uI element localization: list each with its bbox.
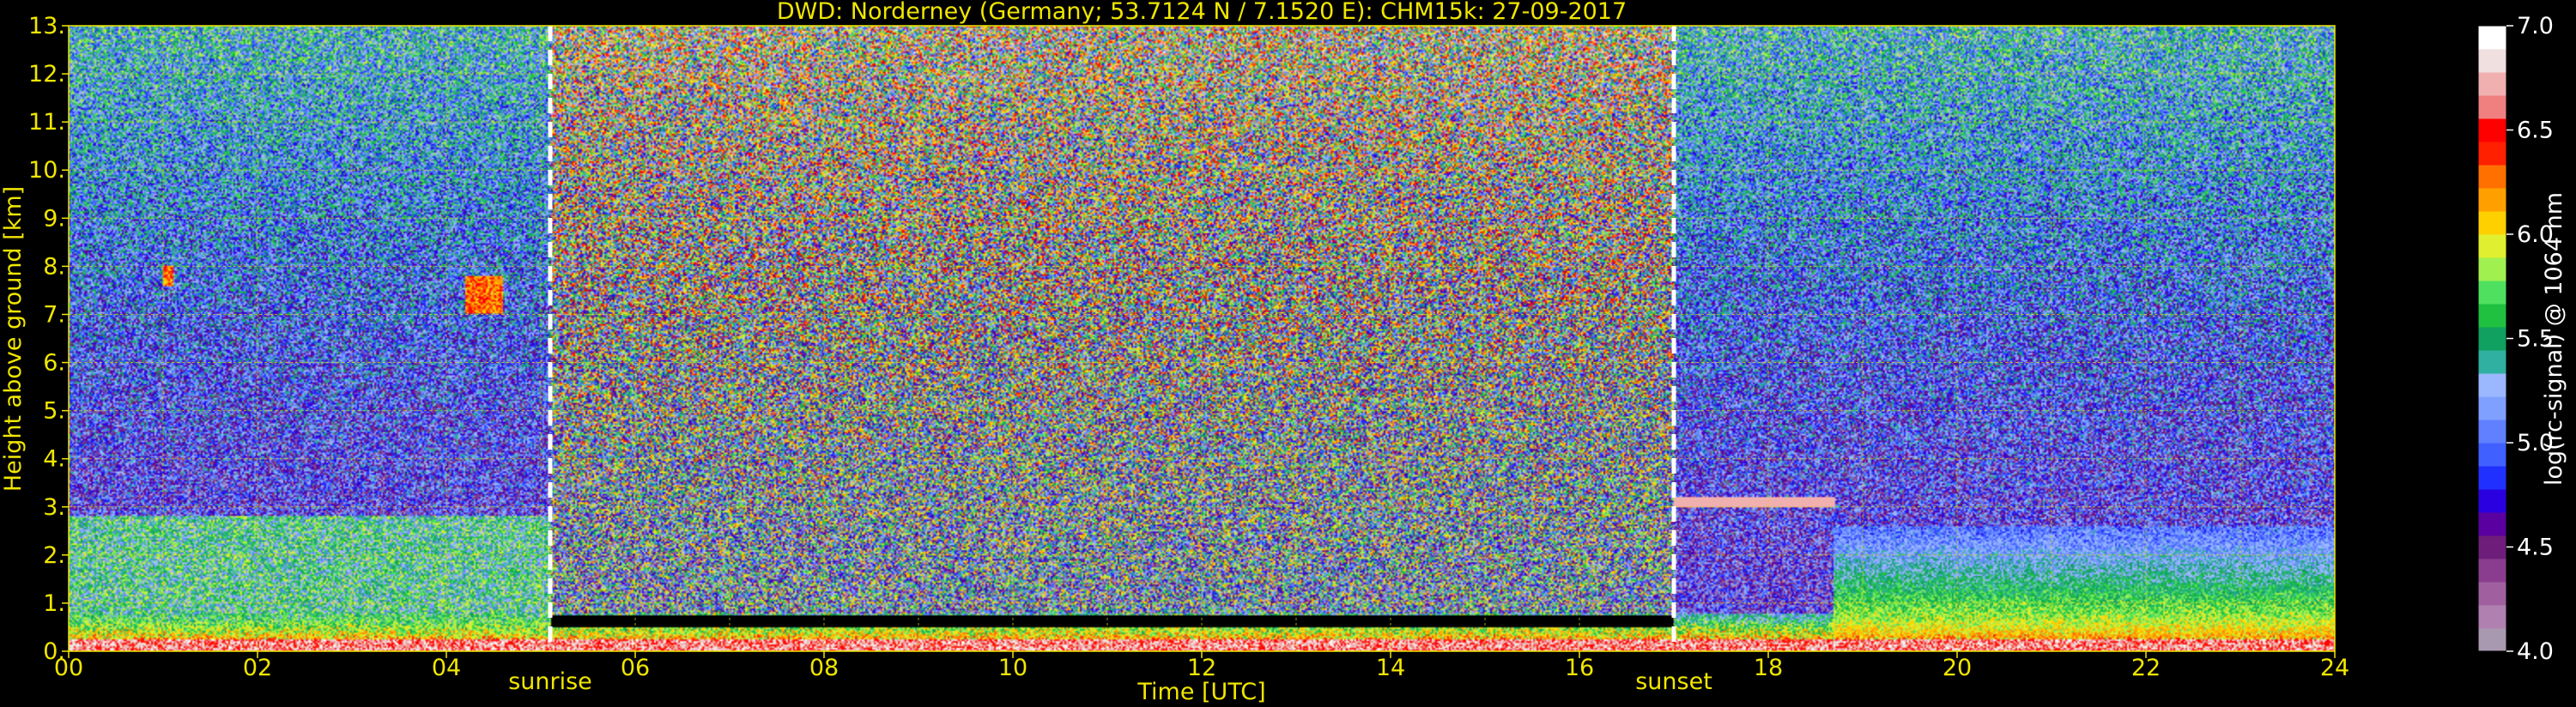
x-tick-label: 14 [1376, 655, 1405, 681]
x-tick-label: 20 [1943, 655, 1972, 681]
x-tick-label: 18 [1754, 655, 1783, 681]
y-tick-label: 5. [43, 398, 65, 425]
colorbar-segment [2478, 466, 2506, 490]
colorbar [2477, 25, 2507, 652]
colorbar-segment [2478, 373, 2506, 397]
colorbar-label: log(rc-signal) @ 1064 nm [2541, 192, 2567, 486]
y-tick-label: 11. [28, 109, 65, 136]
y-tick-label: 9. [43, 205, 65, 232]
colorbar-segment [2478, 582, 2506, 606]
y-tick-label: 1. [43, 590, 65, 617]
colorbar-segment [2478, 489, 2506, 513]
chart-title: DWD: Norderney (Germany; 53.7124 N / 7.1… [777, 0, 1627, 25]
colorbar-segment [2478, 350, 2506, 374]
annotation-sunrise: sunrise [508, 668, 592, 695]
x-axis-label: Time [UTC] [1136, 679, 1265, 705]
colorbar-segment [2478, 188, 2506, 212]
colorbar-segment [2478, 605, 2506, 629]
colorbar-segment [2478, 118, 2506, 142]
x-tick-label: 06 [621, 655, 650, 681]
x-tick-label: 10 [998, 655, 1027, 681]
colorbar-segment [2478, 95, 2506, 119]
colorbar-segment [2478, 26, 2506, 50]
x-tick-label: 08 [809, 655, 839, 681]
x-tick-label: 02 [243, 655, 272, 681]
annotation-sunset: sunset [1635, 668, 1712, 695]
colorbar-tick-label: 6.5 [2517, 118, 2554, 144]
x-tick-label: 22 [2131, 655, 2161, 681]
colorbar-segment [2478, 211, 2506, 235]
colorbar-segment [2478, 420, 2506, 444]
y-tick-label: 13. [28, 13, 65, 39]
colorbar-segment [2478, 304, 2506, 328]
colorbar-segment [2478, 628, 2506, 652]
y-tick-label: 8. [43, 253, 65, 280]
colorbar-tick-label: 7.0 [2517, 13, 2554, 39]
colorbar-segment [2478, 165, 2506, 189]
colorbar-segment [2478, 257, 2506, 281]
y-tick-label: 4. [43, 446, 65, 473]
colorbar-segment [2478, 559, 2506, 583]
x-tick-label: 24 [2320, 655, 2349, 681]
colorbar-segment [2478, 72, 2506, 96]
y-tick-label: 10. [28, 157, 65, 184]
x-tick-label: 12 [1187, 655, 1216, 681]
y-tick-label: 2. [43, 542, 65, 569]
colorbar-segment [2478, 327, 2506, 351]
x-tick-label: 16 [1565, 655, 1594, 681]
y-tick-label: 3. [43, 494, 65, 521]
y-tick-label: 12. [28, 61, 65, 88]
y-tick-label: 0. [43, 638, 65, 665]
y-tick-label: 6. [43, 350, 65, 377]
colorbar-segment [2478, 281, 2506, 305]
colorbar-tick-label: 4.5 [2517, 535, 2554, 561]
colorbar-segment [2478, 142, 2506, 166]
ceilometer-chart: DWD: Norderney (Germany; 53.7124 N / 7.1… [0, 0, 2576, 707]
colorbar-segment [2478, 512, 2506, 536]
y-tick-label: 7. [43, 301, 65, 328]
colorbar-segment [2478, 443, 2506, 467]
colorbar-segment [2478, 49, 2506, 73]
colorbar-segment [2478, 535, 2506, 559]
x-tick-label: 04 [432, 655, 461, 681]
colorbar-segment [2478, 396, 2506, 420]
colorbar-segment [2478, 234, 2506, 258]
colorbar-tick-label: 4.0 [2517, 638, 2554, 665]
y-axis-label: Height above ground [km] [0, 186, 27, 492]
